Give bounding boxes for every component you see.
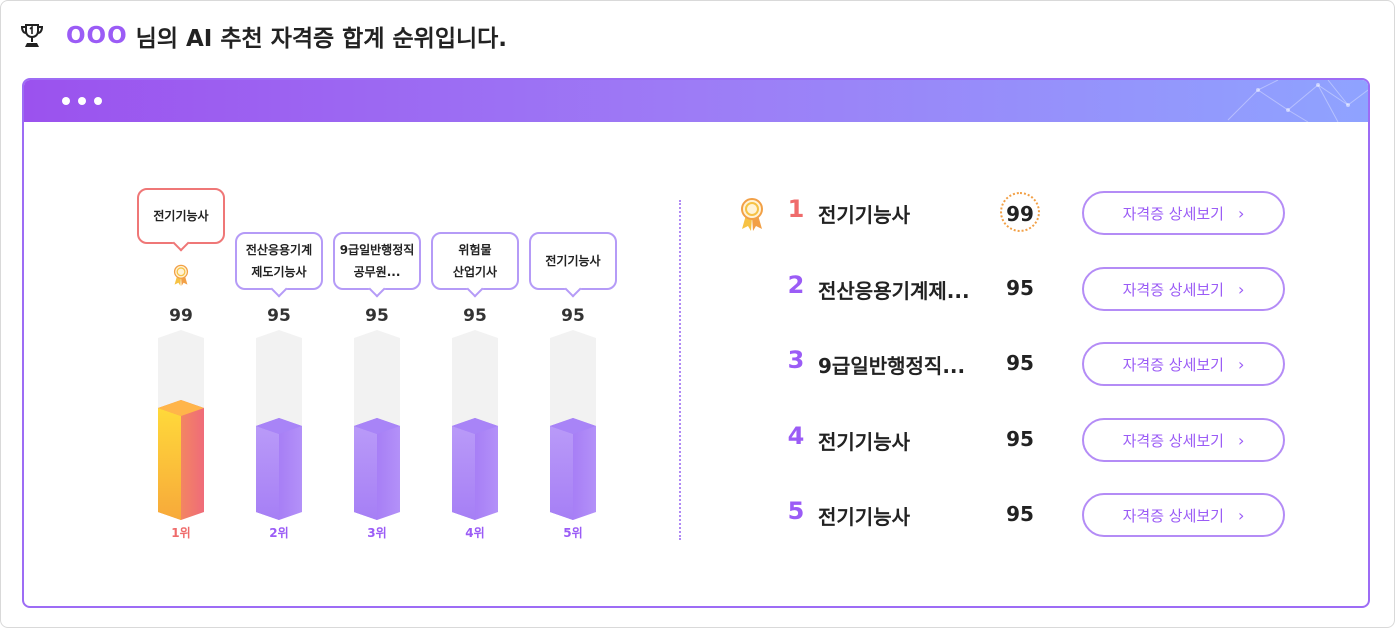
certificate-score: 95 bbox=[1006, 502, 1034, 526]
medal-icon bbox=[173, 264, 189, 286]
certificate-name: 전기기능사 bbox=[818, 505, 910, 529]
detail-button-label: 자격증 상세보기 bbox=[1122, 280, 1224, 299]
rank-label: 1위 bbox=[171, 526, 191, 540]
detail-button-label: 자격증 상세보기 bbox=[1122, 355, 1224, 374]
rank-number: 5 bbox=[787, 497, 805, 525]
bar-value-label: 99 bbox=[169, 306, 193, 326]
bar bbox=[354, 330, 400, 520]
certificate-score: 95 bbox=[1006, 427, 1034, 451]
trophy-icon bbox=[20, 24, 44, 47]
detail-button-label: 자격증 상세보기 bbox=[1122, 204, 1224, 223]
category-bubble: 전기기능사 bbox=[137, 188, 225, 244]
chart-column-2: 전산응용기계제도기능사 95 2위 bbox=[231, 80, 327, 606]
certificate-name: 전기기능사 bbox=[818, 430, 910, 454]
category-bubble: 전산응용기계제도기능사 bbox=[235, 232, 323, 290]
bar bbox=[550, 330, 596, 520]
rank-label: 3위 bbox=[367, 526, 387, 540]
rank-number: 2 bbox=[787, 271, 805, 299]
category-label: 제도기능사 bbox=[251, 265, 307, 279]
bar-value-label: 95 bbox=[267, 306, 291, 326]
chevron-right-icon: › bbox=[1237, 279, 1245, 299]
page-header: OOO 님의 AI 추천 자격증 합계 순위입니다. bbox=[20, 18, 507, 54]
ranking-row: 1 전기기능사 99 자격증 상세보기 › bbox=[738, 191, 1298, 235]
bar-value-label: 95 bbox=[561, 306, 585, 326]
certificate-score: 99 bbox=[1000, 192, 1040, 232]
category-label: 전산응용기계 bbox=[245, 243, 313, 257]
category-label: 9급일반행정직 bbox=[339, 243, 415, 257]
bar bbox=[158, 330, 204, 520]
chart-column-4: 위험물산업기사 95 4위 bbox=[427, 80, 523, 606]
certificate-detail-button[interactable]: 자격증 상세보기 › bbox=[1082, 267, 1285, 311]
user-name: OOO bbox=[66, 23, 128, 49]
bar-value-label: 95 bbox=[463, 306, 487, 326]
chart-column-5: 전기기능사 95 5위 bbox=[525, 80, 621, 606]
ranking-row: 5 전기기능사 95 자격증 상세보기 › bbox=[738, 493, 1298, 537]
chevron-right-icon: › bbox=[1237, 354, 1245, 374]
section-divider bbox=[679, 200, 681, 540]
certificate-name: 전산응용기계제... bbox=[818, 279, 970, 303]
certificate-score: 95 bbox=[1006, 351, 1034, 375]
bar bbox=[452, 330, 498, 520]
network-decoration bbox=[1227, 80, 1368, 122]
rank-label: 2위 bbox=[269, 526, 289, 540]
page-title: 님의 AI 추천 자격증 합계 순위입니다. bbox=[135, 26, 508, 52]
chevron-right-icon: › bbox=[1237, 203, 1245, 223]
category-label: 산업기사 bbox=[452, 265, 498, 279]
category-label: 전기기능사 bbox=[545, 254, 601, 268]
chevron-right-icon: › bbox=[1237, 505, 1245, 525]
category-bubble: 위험물산업기사 bbox=[431, 232, 519, 290]
rank-label: 5위 bbox=[563, 526, 583, 540]
category-label: 위험물 bbox=[458, 243, 492, 257]
certificate-detail-button[interactable]: 자격증 상세보기 › bbox=[1082, 418, 1285, 462]
category-bubble: 9급일반행정직공무원... bbox=[333, 232, 421, 290]
bar bbox=[256, 330, 302, 520]
detail-button-label: 자격증 상세보기 bbox=[1122, 506, 1224, 525]
medal-icon bbox=[741, 198, 763, 231]
rank-number: 4 bbox=[787, 422, 805, 450]
certificate-name: 전기기능사 bbox=[818, 203, 910, 227]
category-label: 공무원... bbox=[353, 265, 401, 279]
chart-column-1: 전기기능사 99 1위 bbox=[133, 80, 229, 606]
ranking-card: 전기기능사 99 1위 전산응용기계 제도기능사 95 2위 9급일반행정직 공무원... 95 3… bbox=[22, 78, 1370, 608]
rank-number: 3 bbox=[787, 346, 805, 374]
certificate-detail-button[interactable]: 자격증 상세보기 › bbox=[1082, 493, 1285, 537]
rank-number: 1 bbox=[787, 195, 805, 223]
certificate-name: 9급일반행정직... bbox=[818, 354, 966, 378]
chart-column-3: 9급일반행정직공무원... 95 3위 bbox=[329, 80, 425, 606]
certificate-detail-button[interactable]: 자격증 상세보기 › bbox=[1082, 342, 1285, 386]
ranking-row: 2 전산응용기계제... 95 자격증 상세보기 › bbox=[738, 267, 1298, 311]
ranking-row: 4 전기기능사 95 자격증 상세보기 › bbox=[738, 418, 1298, 462]
rank-label: 4위 bbox=[465, 526, 485, 540]
certificate-detail-button[interactable]: 자격증 상세보기 › bbox=[1082, 191, 1285, 235]
ranking-row: 3 9급일반행정직... 95 자격증 상세보기 › bbox=[738, 342, 1298, 386]
bar-value-label: 95 bbox=[365, 306, 389, 326]
detail-button-label: 자격증 상세보기 bbox=[1122, 431, 1224, 450]
category-label: 전기기능사 bbox=[153, 209, 209, 223]
chevron-right-icon: › bbox=[1237, 430, 1245, 450]
certificate-score: 95 bbox=[1006, 276, 1034, 300]
category-bubble: 전기기능사 bbox=[529, 232, 617, 290]
bar-chart: 전기기능사 99 1위 전산응용기계제도기능사 95 2위 9급일반행정직공무원... 95 3… bbox=[24, 80, 684, 606]
